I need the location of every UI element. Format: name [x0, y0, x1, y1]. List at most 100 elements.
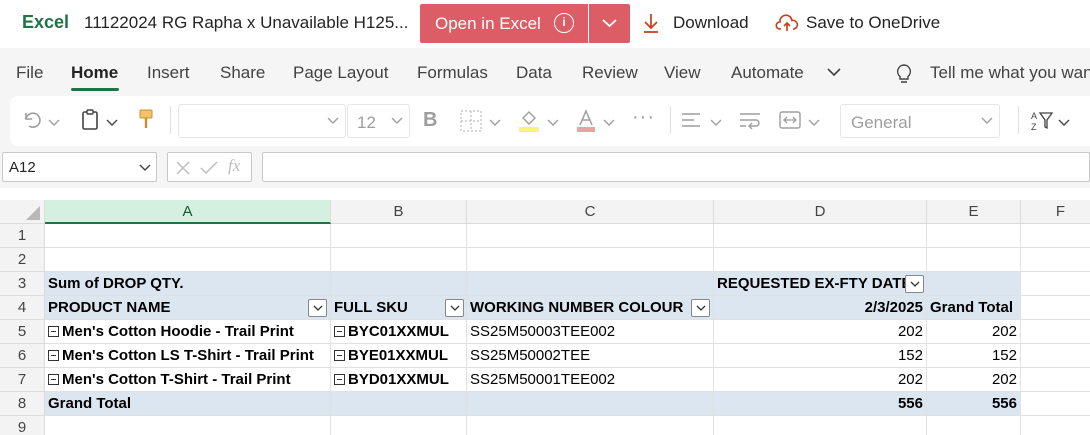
row-header-9[interactable]: 9: [0, 416, 45, 435]
colour-cell[interactable]: SS25M50001TEE002: [467, 368, 714, 392]
undo-icon[interactable]: [22, 110, 44, 135]
cell-a2[interactable]: [45, 248, 331, 272]
cell-b8[interactable]: [331, 392, 467, 416]
save-to-onedrive-button[interactable]: Save to OneDrive: [806, 13, 940, 33]
tab-share[interactable]: Share: [220, 63, 265, 83]
cell-e3[interactable]: [927, 272, 1021, 296]
cell-c3[interactable]: [467, 272, 714, 296]
product-cell[interactable]: Men's Cotton Hoodie - Trail Print: [45, 320, 331, 344]
cell-f5[interactable]: [1021, 320, 1090, 344]
date-qty-cell[interactable]: 202: [714, 368, 927, 392]
align-chevron-icon[interactable]: [710, 115, 722, 133]
cell-c1[interactable]: [467, 224, 714, 248]
open-options-dropdown[interactable]: [589, 4, 630, 43]
collapse-icon[interactable]: [48, 350, 59, 361]
cell-f2[interactable]: [1021, 248, 1090, 272]
sort-filter-chevron-icon[interactable]: [1058, 115, 1070, 133]
select-all-corner[interactable]: [0, 200, 45, 224]
cell-e2[interactable]: [927, 248, 1021, 272]
number-format-box[interactable]: General: [840, 104, 1000, 138]
cell-b3[interactable]: [331, 272, 467, 296]
tab-automate[interactable]: Automate: [731, 63, 804, 83]
grand-total-cell[interactable]: 556: [927, 392, 1021, 416]
column-header-d[interactable]: D: [714, 200, 927, 224]
pivot-values-label[interactable]: Sum of DROP QTY.: [45, 272, 331, 296]
cloud-upload-icon[interactable]: [775, 13, 799, 38]
merge-chevron-icon[interactable]: [808, 115, 820, 133]
download-button[interactable]: Download: [673, 13, 749, 33]
colour-cell[interactable]: SS25M50003TEE002: [467, 320, 714, 344]
tab-page-layout[interactable]: Page Layout: [293, 63, 388, 83]
collapse-icon[interactable]: [334, 350, 345, 361]
align-icon[interactable]: [680, 110, 702, 135]
formula-input[interactable]: [262, 152, 1090, 182]
app-name[interactable]: Excel: [22, 12, 69, 33]
collapse-icon[interactable]: [334, 374, 345, 385]
font-name-box[interactable]: [178, 104, 346, 138]
cell-f7[interactable]: [1021, 368, 1090, 392]
cell-b2[interactable]: [331, 248, 467, 272]
grand-total-date-cell[interactable]: 556: [714, 392, 927, 416]
open-in-excel-button[interactable]: Open in Excel i: [420, 4, 588, 43]
fill-color-icon[interactable]: [517, 108, 541, 139]
cell-b9[interactable]: [331, 416, 467, 435]
row-header-1[interactable]: 1: [0, 224, 45, 248]
cell-f9[interactable]: [1021, 416, 1090, 435]
cell-c9[interactable]: [467, 416, 714, 435]
tab-file[interactable]: File: [16, 63, 43, 83]
cell-e9[interactable]: [927, 416, 1021, 435]
filter-dropdown-icon[interactable]: [691, 299, 710, 317]
collapse-icon[interactable]: [48, 374, 59, 385]
colour-cell[interactable]: SS25M50002TEE: [467, 344, 714, 368]
grand-total-row-label[interactable]: Grand Total: [45, 392, 331, 416]
cell-c2[interactable]: [467, 248, 714, 272]
sort-filter-icon[interactable]: AZ: [1030, 108, 1054, 139]
tab-formulas[interactable]: Formulas: [417, 63, 488, 83]
pivot-row-field-colour[interactable]: WORKING NUMBER COLOUR: [467, 296, 714, 320]
date-qty-cell[interactable]: 202: [714, 320, 927, 344]
bold-icon[interactable]: B: [423, 109, 437, 132]
cell-f1[interactable]: [1021, 224, 1090, 248]
borders-chevron-icon[interactable]: [489, 115, 501, 133]
cell-d2[interactable]: [714, 248, 927, 272]
cell-f8[interactable]: [1021, 392, 1090, 416]
borders-icon[interactable]: [459, 109, 483, 138]
paste-icon[interactable]: [80, 108, 100, 137]
column-header-f[interactable]: F: [1021, 200, 1090, 224]
wrap-text-icon[interactable]: [738, 110, 762, 135]
filter-dropdown-icon[interactable]: [308, 299, 327, 317]
pivot-column-field-cell[interactable]: REQUESTED EX-FTY DATE: [714, 272, 927, 296]
document-title[interactable]: 11122024 RG Rapha x Unavailable H125...: [84, 13, 408, 33]
tab-home[interactable]: Home: [71, 63, 118, 83]
cell-f4[interactable]: [1021, 296, 1090, 320]
cell-e1[interactable]: [927, 224, 1021, 248]
font-color-icon[interactable]: [575, 108, 597, 139]
tab-view[interactable]: View: [664, 63, 701, 83]
row-total-cell[interactable]: 152: [927, 344, 1021, 368]
filter-dropdown-icon[interactable]: [905, 275, 924, 293]
cell-b1[interactable]: [331, 224, 467, 248]
row-header-5[interactable]: 5: [0, 320, 45, 344]
cell-d1[interactable]: [714, 224, 927, 248]
collapse-icon[interactable]: [48, 326, 59, 337]
download-icon[interactable]: [642, 11, 660, 40]
cell-f3[interactable]: [1021, 272, 1090, 296]
row-header-7[interactable]: 7: [0, 368, 45, 392]
paste-chevron-icon[interactable]: [106, 115, 118, 133]
font-size-box[interactable]: 12: [347, 104, 410, 138]
fill-color-chevron-icon[interactable]: [547, 115, 559, 133]
row-header-2[interactable]: 2: [0, 248, 45, 272]
cell-c8[interactable]: [467, 392, 714, 416]
cell-a1[interactable]: [45, 224, 331, 248]
row-total-cell[interactable]: 202: [927, 320, 1021, 344]
pivot-row-field-product[interactable]: PRODUCT NAME: [45, 296, 331, 320]
collapse-icon[interactable]: [334, 326, 345, 337]
tab-review[interactable]: Review: [582, 63, 638, 83]
product-cell[interactable]: Men's Cotton LS T-Shirt - Trail Print: [45, 344, 331, 368]
format-painter-icon[interactable]: [137, 108, 155, 137]
pivot-row-field-sku[interactable]: FULL SKU: [331, 296, 467, 320]
more-tabs-chevron-icon[interactable]: [826, 65, 842, 83]
cancel-icon[interactable]: [174, 159, 192, 177]
date-column-header[interactable]: 2/3/2025: [714, 296, 927, 320]
row-header-6[interactable]: 6: [0, 344, 45, 368]
